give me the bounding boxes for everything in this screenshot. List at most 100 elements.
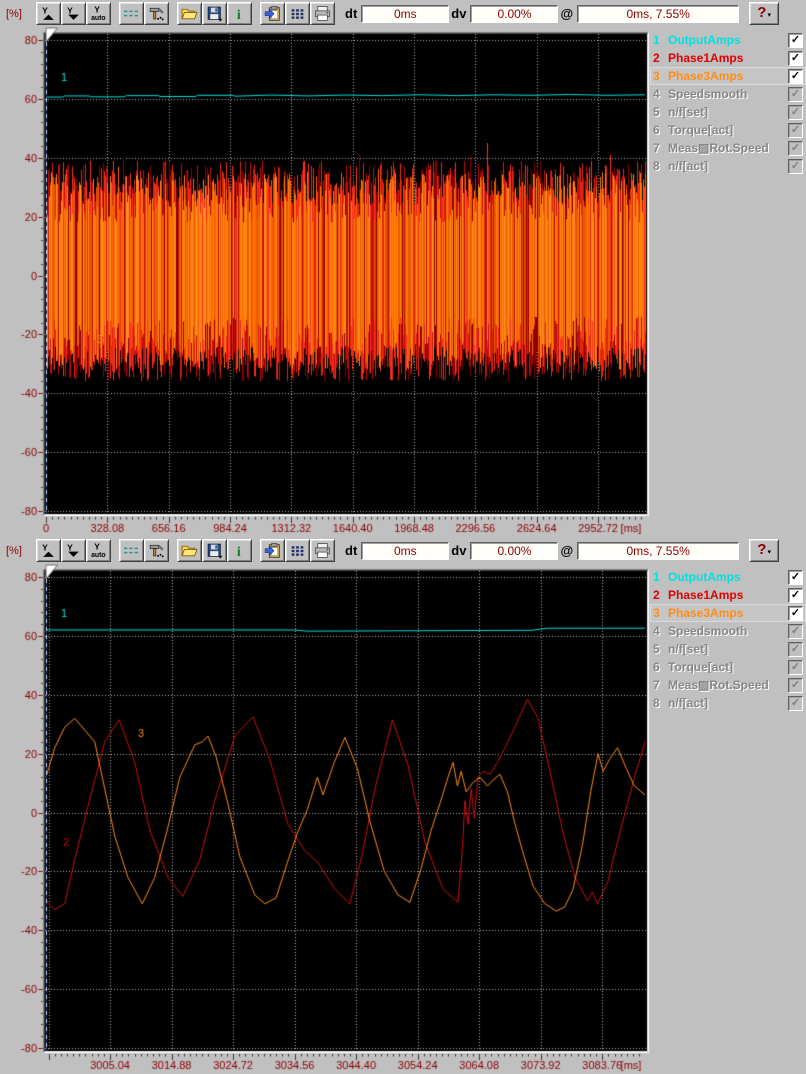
- channel-checkbox[interactable]: ✓: [788, 140, 803, 156]
- svg-text:auto: auto: [91, 552, 106, 559]
- channel-label: Phase1Amps: [668, 588, 744, 602]
- channel-checkbox[interactable]: ✓: [788, 68, 803, 84]
- y-autoscale-button[interactable]: Yauto: [86, 539, 111, 562]
- tools-icon: [148, 542, 165, 559]
- print-button[interactable]: [310, 539, 335, 562]
- legend-channel-row[interactable]: 7 Meas▨Rot.Speed ✓: [650, 676, 806, 694]
- channel-label: OutputAmps: [668, 570, 741, 584]
- channel-checkbox[interactable]: ✓: [788, 569, 803, 585]
- channel-number: 3: [653, 606, 660, 620]
- info-button[interactable]: i: [227, 2, 252, 25]
- channel-checkbox[interactable]: ✓: [788, 32, 803, 48]
- dt-value-field[interactable]: 0ms: [361, 4, 450, 23]
- toolbar-group: [119, 539, 169, 562]
- at-label: @: [560, 543, 574, 558]
- channel-number: 8: [653, 159, 660, 173]
- channel-number: 7: [653, 678, 660, 692]
- help-button[interactable]: ? ▾: [749, 539, 780, 562]
- dashed-lines-icon: [123, 542, 140, 559]
- at-value-field[interactable]: 0ms, 7.55%: [577, 541, 740, 560]
- data-table-button[interactable]: [285, 2, 310, 25]
- y-zoom-in-button[interactable]: Y: [36, 539, 61, 562]
- data-table-button[interactable]: [285, 539, 310, 562]
- channel-checkbox[interactable]: ✓: [788, 623, 803, 639]
- open-button[interactable]: [177, 2, 202, 25]
- tools-icon: [148, 5, 165, 22]
- legend-channel-row[interactable]: 1 OutputAmps ✓: [650, 31, 806, 49]
- legend-channel-row[interactable]: 5 n/f[set] ✓: [650, 103, 806, 121]
- grid-table-icon: [289, 5, 306, 22]
- legend-channel-row[interactable]: 4 Speedsmooth ✓: [650, 85, 806, 103]
- channel-label: Phase3Amps: [668, 69, 744, 83]
- copy-to-clipboard-button[interactable]: [260, 539, 285, 562]
- svg-text:Y: Y: [94, 5, 100, 14]
- legend-channel-row[interactable]: 2 Phase1Amps ✓: [650, 586, 806, 604]
- channel-checkbox[interactable]: ✓: [788, 641, 803, 657]
- help-label: ?: [757, 4, 767, 21]
- channel-checkbox[interactable]: ✓: [788, 122, 803, 138]
- channel-checkbox[interactable]: ✓: [788, 605, 803, 621]
- channel-label: Phase1Amps: [668, 51, 744, 65]
- svg-text:i: i: [237, 7, 241, 22]
- legend-channel-row[interactable]: 4 Speedsmooth ✓: [650, 622, 806, 640]
- info-button[interactable]: i: [227, 539, 252, 562]
- grid-toggle-button[interactable]: [119, 2, 144, 25]
- y-autoscale-button[interactable]: Yauto: [86, 2, 111, 25]
- settings-button[interactable]: [144, 2, 169, 25]
- channel-checkbox[interactable]: ✓: [788, 677, 803, 693]
- legend-channel-row[interactable]: 2 Phase1Amps ✓: [650, 49, 806, 67]
- legend-channel-row[interactable]: 3 Phase3Amps ✓: [650, 67, 806, 85]
- help-label: ?: [757, 541, 767, 558]
- print-button[interactable]: [310, 2, 335, 25]
- at-value-field[interactable]: 0ms, 7.55%: [577, 4, 740, 23]
- save-disk-icon: [206, 5, 223, 22]
- legend-channel-row[interactable]: 6 Torque[act] ✓: [650, 121, 806, 139]
- copy-to-clipboard-button[interactable]: [260, 2, 285, 25]
- toolbar-group: Y Y Yauto: [36, 2, 111, 25]
- legend-channel-row[interactable]: 6 Torque[act] ✓: [650, 658, 806, 676]
- legend-channel-row[interactable]: 7 Meas▨Rot.Speed ✓: [650, 139, 806, 157]
- chevron-down-icon: ▾: [767, 549, 771, 556]
- channel-number: 1: [653, 570, 660, 584]
- chevron-down-icon: ▾: [767, 12, 771, 19]
- save-button[interactable]: [202, 539, 227, 562]
- dv-value-field[interactable]: 0.00%: [470, 541, 559, 560]
- toolbar-group: i: [177, 539, 252, 562]
- channel-label: Speedsmooth: [668, 624, 748, 638]
- legend-channel-row[interactable]: 8 n/f[act] ✓: [650, 694, 806, 712]
- at-label: @: [560, 6, 574, 21]
- svg-text:i: i: [237, 544, 241, 559]
- dt-value-field[interactable]: 0ms: [361, 541, 450, 560]
- y-zoom-out-button[interactable]: Y: [61, 2, 86, 25]
- dv-value-field[interactable]: 0.00%: [470, 4, 559, 23]
- trace-plot-canvas-bottom[interactable]: [0, 564, 650, 1074]
- info-icon: i: [231, 542, 248, 559]
- grid-toggle-button[interactable]: [119, 539, 144, 562]
- channel-checkbox[interactable]: ✓: [788, 659, 803, 675]
- help-button[interactable]: ? ▾: [749, 2, 780, 25]
- channel-checkbox[interactable]: ✓: [788, 86, 803, 102]
- save-button[interactable]: [202, 2, 227, 25]
- channel-checkbox[interactable]: ✓: [788, 695, 803, 711]
- channel-number: 2: [653, 51, 660, 65]
- plot-region: 1 OutputAmps ✓ 2 Phase1Amps ✓ 3 Phase3Amps ✓ 4 Spe…: [0, 27, 806, 537]
- y-zoom-out-button[interactable]: Y: [61, 539, 86, 562]
- open-button[interactable]: [177, 539, 202, 562]
- toolbar-group: [260, 2, 335, 25]
- legend-channel-row[interactable]: 1 OutputAmps ✓: [650, 568, 806, 586]
- legend-channel-row[interactable]: 8 n/f[act] ✓: [650, 157, 806, 175]
- channel-label: Phase3Amps: [668, 606, 744, 620]
- y-zoom-in-button[interactable]: Y: [36, 2, 61, 25]
- channel-checkbox[interactable]: ✓: [788, 50, 803, 66]
- channel-checkbox[interactable]: ✓: [788, 587, 803, 603]
- scope-panel-bottom: [%] Y Y Yauto i dt 0ms dv 0.00% @0ms, 7.55% ? ▾ …: [0, 537, 806, 1074]
- legend-channel-row[interactable]: 5 n/f[set] ✓: [650, 640, 806, 658]
- svg-text:auto: auto: [91, 15, 106, 22]
- plot-region: 1 OutputAmps ✓ 2 Phase1Amps ✓ 3 Phase3Amps ✓ 4 Spe…: [0, 564, 806, 1074]
- settings-button[interactable]: [144, 539, 169, 562]
- legend-channel-row[interactable]: 3 Phase3Amps ✓: [650, 604, 806, 622]
- trace-plot-canvas-top[interactable]: [0, 27, 650, 537]
- channel-checkbox[interactable]: ✓: [788, 158, 803, 174]
- channel-checkbox[interactable]: ✓: [788, 104, 803, 120]
- toolbar-button-groups: Y Y Yauto i: [36, 539, 343, 562]
